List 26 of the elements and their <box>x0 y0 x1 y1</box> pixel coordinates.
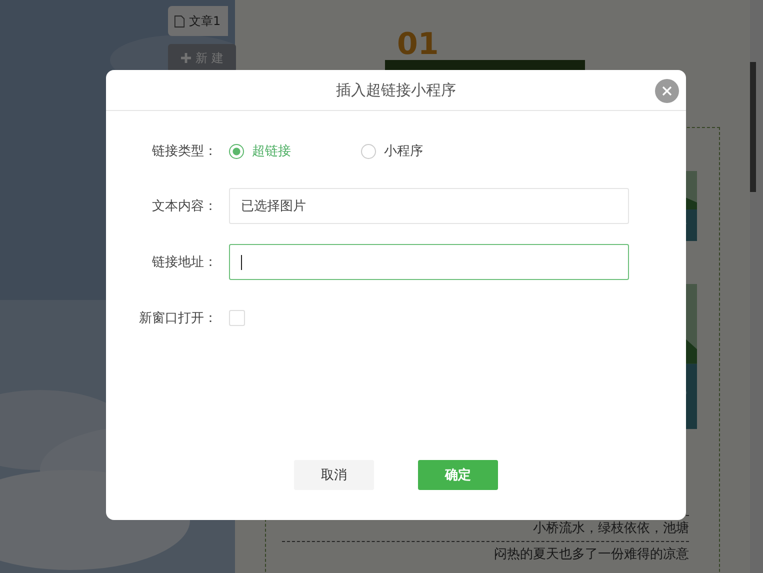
radio-button[interactable] <box>229 144 244 158</box>
option-label: 小程序 <box>384 143 423 160</box>
field-label: 链接类型： <box>151 143 218 160</box>
close-icon <box>662 86 672 96</box>
field-label: 新窗口打开： <box>138 310 218 327</box>
field-label: 链接地址： <box>151 254 218 271</box>
confirm-button[interactable]: 确定 <box>418 460 498 490</box>
dialog-title: 插入超链接小程序 <box>336 80 456 100</box>
input-field[interactable] <box>229 244 629 280</box>
checkbox[interactable] <box>229 310 245 326</box>
document-tab[interactable]: 文章1 <box>168 6 228 36</box>
document-icon <box>174 14 185 28</box>
close-button[interactable] <box>655 79 679 103</box>
article-text: 小桥流水，绿枝依依，池塘 <box>533 521 689 536</box>
scrollbar-thumb[interactable] <box>750 62 756 192</box>
input-field[interactable]: 已选择图片 <box>229 188 629 224</box>
radio-button[interactable] <box>361 144 376 158</box>
option-label: 超链接 <box>252 143 291 160</box>
field-label: 文本内容： <box>151 198 218 215</box>
cancel-button[interactable]: 取消 <box>294 460 374 490</box>
section-number: 01 <box>397 30 440 60</box>
radio-option[interactable]: 小程序 <box>361 142 493 160</box>
article-text: 闷热的夏天也多了一份难得的凉意 <box>494 547 689 562</box>
radio-option[interactable]: 超链接 <box>229 142 361 160</box>
text-cursor <box>241 254 242 270</box>
plus-icon <box>180 53 191 63</box>
